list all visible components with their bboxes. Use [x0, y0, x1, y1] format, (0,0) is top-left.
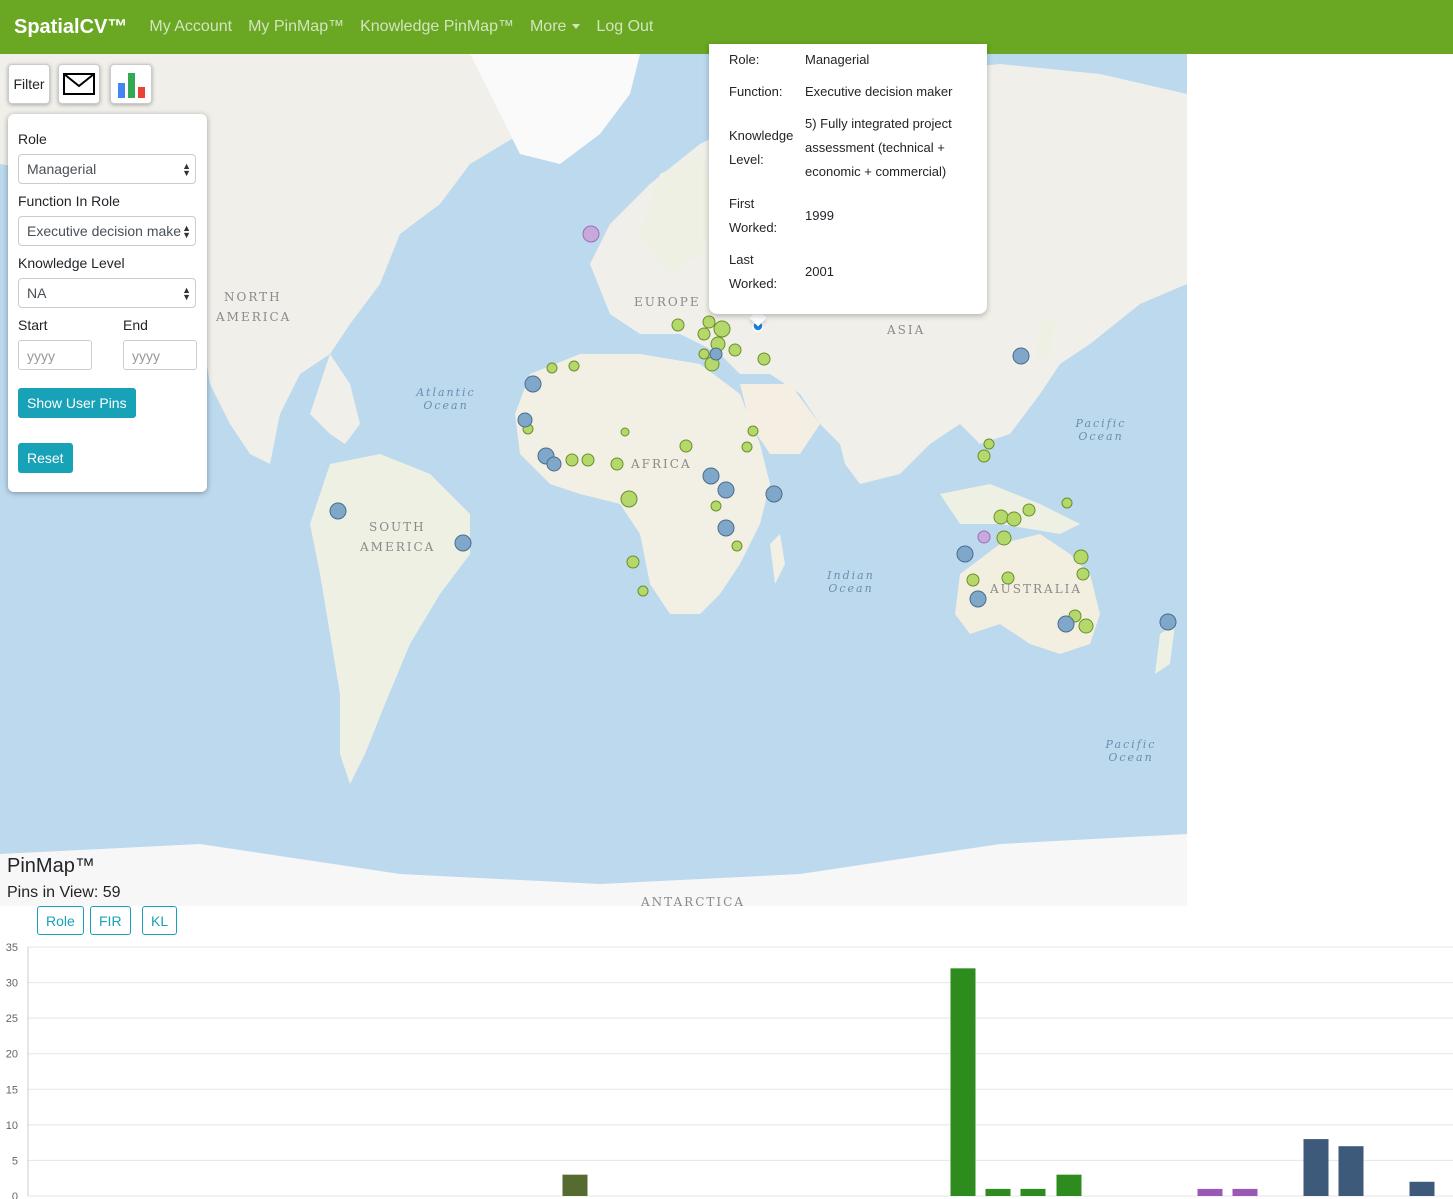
- chart-y-tick-label: 20: [6, 1049, 18, 1061]
- chart-y-tick-label: 15: [6, 1084, 18, 1096]
- popup-role-value: Managerial: [805, 52, 870, 67]
- popup-knowledge-key-2: Level:: [729, 152, 764, 167]
- map-label-antarctica: ANTARCTICA: [641, 895, 745, 906]
- map-label-pacific-south: Pacific Ocean: [1105, 738, 1157, 764]
- pins-bar-chart: 35 30 25 20 15 10 5 0: [6, 942, 1453, 1199]
- chart-bar[interactable]: [562, 1174, 588, 1196]
- email-button[interactable]: [58, 64, 100, 104]
- popup-knowledge-value-2: assessment (technical +: [805, 140, 945, 155]
- map-label-pacific-north: Pacific Ocean: [1075, 417, 1127, 443]
- knowledge-level-select-value: NA: [27, 285, 47, 301]
- nav-more-dropdown[interactable]: More: [529, 18, 581, 36]
- map-label-australia: AUSTRALIA: [990, 582, 1083, 596]
- chart-bar[interactable]: [1020, 1188, 1046, 1196]
- start-year-input[interactable]: yyyy: [18, 340, 92, 370]
- nav-my-account[interactable]: My Account: [149, 18, 232, 36]
- map-label-indian: Indian Ocean: [827, 569, 875, 595]
- fir-chart-button[interactable]: FIR: [90, 906, 131, 935]
- end-label: End: [123, 317, 148, 333]
- nav-more-label: More: [529, 18, 567, 35]
- popup-role-key: Role:: [729, 52, 760, 67]
- select-arrows-icon: ▲ ▼: [182, 161, 191, 178]
- chart-bar[interactable]: [985, 1188, 1011, 1196]
- select-arrows-icon: ▲ ▼: [182, 285, 191, 302]
- chart-button[interactable]: [110, 64, 152, 104]
- popup-last-key-1: Last: [729, 252, 754, 267]
- select-arrows-icon: ▲ ▼: [182, 223, 191, 240]
- chart-bar[interactable]: [1409, 1181, 1435, 1196]
- chart-bar[interactable]: [1197, 1188, 1223, 1196]
- bar-chart-icon: [118, 73, 145, 98]
- popup-function-value: Executive decision maker: [805, 84, 953, 99]
- nav-log-out[interactable]: Log Out: [596, 18, 653, 36]
- pin-info-popup: Role: Managerial Function: Executive dec…: [709, 44, 987, 314]
- end-year-input[interactable]: yyyy: [123, 340, 197, 370]
- map-label-asia: ASIA: [887, 323, 926, 337]
- map-label-africa: AFRICA: [631, 457, 692, 471]
- role-select[interactable]: Managerial ▲ ▼: [18, 154, 196, 184]
- map-label-south-america-2: AMERICA: [360, 540, 436, 554]
- start-label: Start: [18, 317, 48, 333]
- chart-y-tick-label: 35: [6, 942, 18, 954]
- pinmap-title: PinMap™: [7, 855, 95, 877]
- popup-last-value: 2001: [805, 264, 834, 279]
- chart-bar[interactable]: [1303, 1139, 1329, 1196]
- popup-first-value: 1999: [805, 208, 834, 223]
- nav-my-pinmap[interactable]: My PinMap™: [248, 18, 344, 36]
- knowledge-level-label: Knowledge Level: [18, 255, 125, 271]
- function-label: Function In Role: [18, 193, 120, 209]
- brand-logo[interactable]: SpatialCV™: [14, 16, 127, 39]
- chart-y-tick-label: 25: [6, 1013, 18, 1025]
- show-user-pins-button[interactable]: Show User Pins: [18, 388, 136, 418]
- popup-first-key-1: First: [729, 196, 755, 211]
- popup-knowledge-value-3: economic + commercial): [805, 164, 947, 179]
- popup-function-key: Function:: [729, 84, 783, 99]
- map-label-north-america-2: AMERICA: [216, 310, 292, 324]
- map-label-europe: EUROPE: [634, 295, 701, 309]
- popup-knowledge-value-1: 5) Fully integrated project: [805, 116, 952, 131]
- function-select[interactable]: Executive decision maker ▲ ▼: [18, 216, 196, 246]
- pins-in-view-count: Pins in View: 59: [7, 884, 121, 901]
- reset-button[interactable]: Reset: [18, 443, 73, 473]
- role-select-value: Managerial: [27, 161, 97, 177]
- chart-y-tick-label: 30: [6, 978, 18, 990]
- chart-y-tick-label: 0: [12, 1191, 18, 1199]
- map-label-north-america-1: NORTH: [224, 290, 282, 304]
- kl-chart-button[interactable]: KL: [142, 906, 178, 935]
- popup-knowledge-key-1: Knowledge: [729, 128, 794, 143]
- map-label-south-america-1: SOUTH: [369, 520, 426, 534]
- chart-bar[interactable]: [1338, 1146, 1364, 1196]
- chart-y-tick-label: 10: [6, 1120, 18, 1132]
- filter-panel: Role Managerial ▲ ▼ Function In Role Execu…: [8, 114, 207, 492]
- popup-first-key-2: Worked:: [729, 220, 778, 235]
- filter-button-label: Filter: [13, 76, 45, 92]
- envelope-icon: [63, 73, 95, 95]
- map-label-atlantic: Atlantic Ocean: [416, 386, 476, 412]
- filter-button[interactable]: Filter: [8, 64, 50, 104]
- caret-down-icon: [572, 24, 581, 30]
- popup-last-key-2: Worked:: [729, 276, 778, 291]
- chart-y-tick-label: 5: [12, 1155, 18, 1167]
- role-label: Role: [18, 131, 47, 147]
- chart-bar[interactable]: [1232, 1188, 1258, 1196]
- nav-knowledge-pinmap[interactable]: Knowledge PinMap™: [360, 18, 514, 36]
- chart-bar[interactable]: [1056, 1174, 1082, 1196]
- knowledge-level-select[interactable]: NA ▲ ▼: [18, 278, 196, 308]
- role-chart-button[interactable]: Role: [37, 906, 84, 935]
- function-select-value: Executive decision maker: [27, 223, 186, 239]
- chart-bar[interactable]: [950, 968, 976, 1196]
